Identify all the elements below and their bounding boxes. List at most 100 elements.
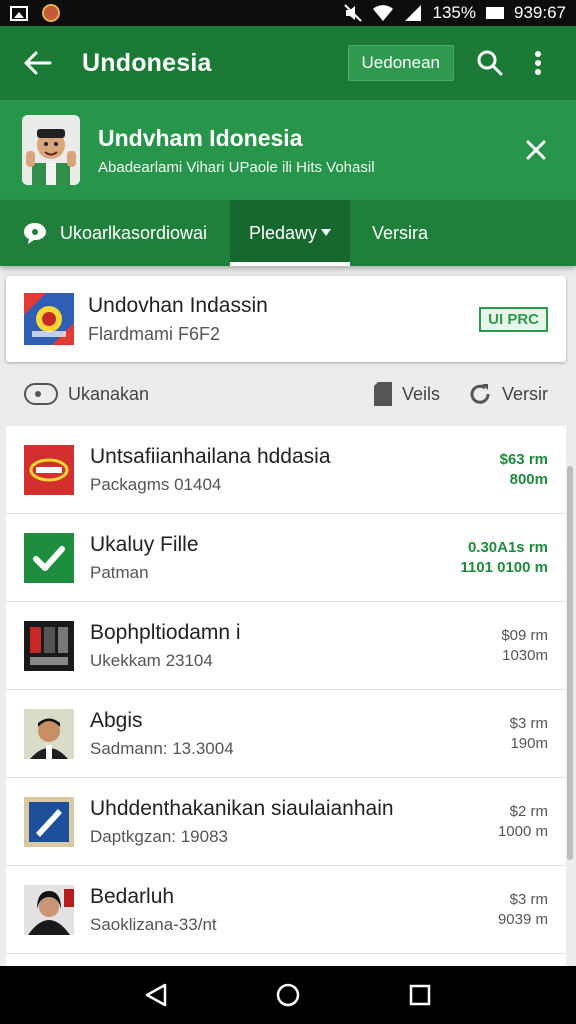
search-icon [477, 50, 503, 76]
item-subtitle: Daptkgzan: 19083 [90, 826, 228, 846]
dropdown-icon [321, 229, 332, 236]
chat-icon [24, 223, 46, 244]
mute-icon [343, 4, 362, 22]
list-item[interactable]: Untsafiianhailana hddasia Packagms 01404… [6, 426, 566, 514]
card-title: Undovhan Indassin [88, 293, 268, 317]
list-item[interactable]: Bedarluh Saoklizana-33/nt $3 rm 9039 m [6, 866, 566, 954]
item-price: $3 rm [509, 890, 548, 908]
more-vert-icon [535, 51, 541, 75]
app-thumbnail [24, 293, 74, 345]
banner-subtitle: Abadearlami Vihari UPaole ili Hits Vohas… [98, 158, 375, 176]
clock: 939:67 [514, 3, 566, 22]
page-title: Undonesia [82, 48, 212, 77]
nav-recents-button[interactable] [400, 975, 440, 1015]
item-meta: $3 rm 190m [510, 714, 548, 754]
info-banner: Undvham Idonesia Abadearlami Vihari UPao… [0, 100, 576, 200]
item-thumbnail [24, 708, 74, 759]
filter-label: Versir [501, 383, 548, 404]
item-title: Uhddenthakanikan siaulaianhain [90, 796, 394, 820]
filter-version[interactable]: Versir [468, 382, 548, 406]
item-thumbnail [24, 620, 74, 671]
item-price: $63 rm [499, 450, 548, 468]
person-photo-icon [24, 708, 74, 759]
nav-home-button[interactable] [268, 975, 308, 1015]
toggle-icon [24, 383, 58, 405]
person-avatar-icon [22, 115, 80, 185]
refresh-icon [470, 384, 490, 404]
list-item[interactable]: Ukaluy Fille Patman 0.30A1s rm 1101 0100… [6, 514, 566, 602]
triangle-back-icon [145, 983, 167, 1007]
item-title: Abgis [90, 708, 143, 732]
close-icon [526, 140, 546, 160]
search-button[interactable] [468, 41, 512, 85]
banner-title: Undvham Idonesia [98, 124, 303, 151]
tab-version[interactable]: Versira [350, 200, 450, 266]
language-chip-button[interactable]: Uedonean [347, 45, 454, 81]
system-nav-bar [0, 966, 576, 1024]
filter-bar: Ukanakan Veils Versir [0, 366, 576, 422]
item-meta: $3 rm 9039 m [498, 890, 548, 930]
item-thumbnail [24, 884, 74, 935]
scrollbar[interactable] [567, 466, 573, 860]
item-title: Bophpltiodamn i [90, 620, 241, 644]
square-recents-icon [409, 984, 431, 1006]
tab-label: Ukoarlkasordiowai [60, 222, 208, 243]
status-bar: 135% 939:67 [0, 0, 576, 26]
item-price: $09 rm [501, 626, 548, 644]
list-item[interactable]: Bophpltiodamn i Ukekkam 23104 $09 rm 103… [6, 602, 566, 690]
device-icon [24, 620, 74, 671]
wifi-icon [372, 5, 393, 21]
tab-selected[interactable]: Pledawy [230, 200, 350, 266]
tab-label: Versira [371, 222, 429, 243]
item-size: 190m [510, 734, 548, 752]
red-logo-icon [24, 444, 74, 495]
item-thumbnail [24, 796, 74, 847]
item-meta: $09 rm 1030m [501, 626, 548, 666]
banner-close-button[interactable] [518, 132, 554, 168]
battery-percent: 135% [432, 3, 476, 22]
featured-card[interactable]: Undovhan Indassin Flardmami F6F2 UI PRC [6, 276, 566, 362]
filter-files[interactable]: Veils [373, 382, 440, 406]
signal-icon [404, 5, 421, 21]
item-meta: $63 rm 800m [500, 450, 548, 490]
item-list: Untsafiianhailana hddasia Packagms 01404… [6, 426, 566, 966]
item-title: Bedarluh [90, 884, 175, 908]
list-item[interactable]: Abgis Sadmann: 13.3004 $3 rm 190m [6, 690, 566, 778]
item-size: 1030m [502, 646, 548, 664]
filter-label: Veils [401, 383, 440, 404]
person-photo-icon [24, 884, 74, 935]
list-item[interactable]: Uhddenthakanikan siaulaianhain Daptkgzan… [6, 778, 566, 866]
item-subtitle: Sadmann: 13.3004 [90, 738, 234, 758]
item-subtitle: Packagms 01404 [90, 474, 222, 494]
framed-picture-icon [24, 796, 74, 847]
file-icon [373, 382, 392, 406]
arrow-left-icon [24, 51, 52, 75]
item-size: 9039 m [497, 910, 548, 928]
item-subtitle: Patman [90, 562, 149, 582]
tab-categories[interactable]: Ukoarlkasordiowai [0, 200, 230, 266]
card-subtitle: Flardmami F6F2 [88, 323, 221, 344]
item-meta: 0.30A1s rm 1101 0100 m [460, 538, 548, 578]
battery-icon [486, 7, 504, 19]
gallery-notification-icon [10, 5, 28, 21]
tab-bar: Ukoarlkasordiowai Pledawy Versira [0, 200, 576, 266]
app-bar: Undonesia Uedonean [0, 26, 576, 100]
app-logo-icon [24, 293, 74, 345]
circle-home-icon [276, 983, 300, 1007]
app-notification-icon [42, 4, 60, 22]
status-badge: UI PRC [479, 306, 548, 332]
item-price: $2 rm [509, 802, 548, 820]
item-price: 0.30A1s rm [467, 538, 548, 556]
item-size: 1000 m [497, 822, 548, 840]
overflow-menu-button[interactable] [516, 41, 560, 85]
checkmark-icon [24, 532, 74, 583]
item-subtitle: Ukekkam 23104 [90, 650, 213, 670]
filter-label: Ukanakan [68, 383, 150, 404]
back-button[interactable] [16, 41, 60, 85]
avatar [22, 115, 80, 185]
item-title: Ukaluy Fille [90, 532, 199, 556]
item-title: Untsafiianhailana hddasia [90, 444, 331, 468]
item-thumbnail [24, 532, 74, 583]
filter-toggle[interactable]: Ukanakan [24, 383, 149, 405]
nav-back-button[interactable] [136, 975, 176, 1015]
